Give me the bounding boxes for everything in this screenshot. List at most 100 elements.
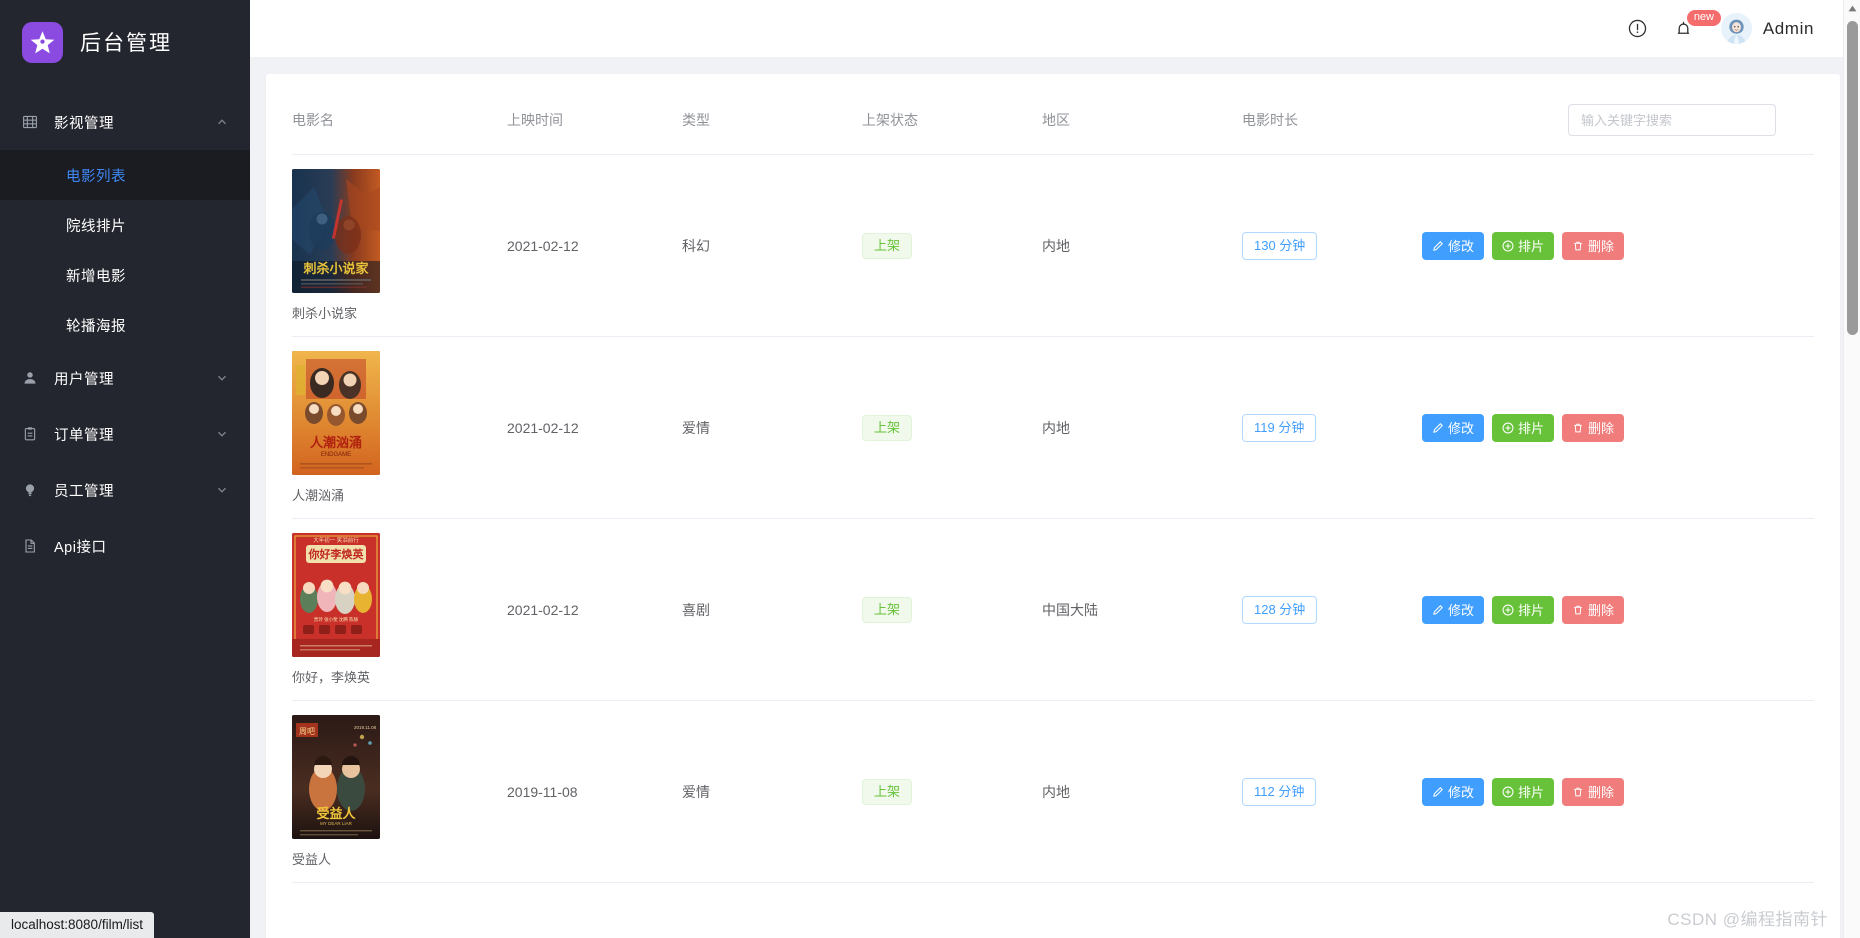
- edit-button[interactable]: 修改: [1422, 413, 1485, 442]
- cell-region: 中国大陆: [1042, 518, 1242, 701]
- film-table-head: 电影名 上映时间 类型 上架状态 地区 电影时长: [292, 74, 1814, 155]
- col-header-name: 电影名: [292, 74, 507, 155]
- sidebar-group-user[interactable]: 用户管理: [0, 350, 250, 406]
- delete-button[interactable]: 删除: [1562, 777, 1625, 806]
- sidebar-item-carousel-poster[interactable]: 轮播海报: [0, 300, 250, 350]
- chevron-down-icon: [216, 484, 228, 496]
- sidebar-item-api[interactable]: Api接口: [0, 518, 250, 574]
- cell-release-date: 2021-02-12: [507, 518, 682, 701]
- col-header-type: 类型: [682, 74, 862, 155]
- trash-icon: [1572, 422, 1584, 434]
- schedule-button[interactable]: 排片: [1492, 595, 1555, 624]
- document-icon: [22, 538, 46, 554]
- cell-duration: 130 分钟: [1242, 154, 1422, 337]
- col-header-search: [1422, 74, 1814, 155]
- cell-duration: 119 分钟: [1242, 336, 1422, 519]
- sidebar-item-film-list-label: 电影列表: [66, 168, 126, 185]
- user-menu[interactable]: Admin: [1720, 13, 1814, 44]
- user-name: Admin: [1762, 18, 1814, 38]
- plus-circle-icon: [1502, 422, 1514, 434]
- schedule-button[interactable]: 排片: [1492, 231, 1555, 260]
- exclamation-circle-icon[interactable]: [1615, 6, 1661, 52]
- delete-button-label: 删除: [1588, 603, 1615, 618]
- status-badge: 上架: [862, 232, 913, 259]
- cell-status: 上架: [862, 518, 1042, 701]
- svg-text:贾玲 张小斐 沈腾 陈赫: 贾玲 张小斐 沈腾 陈赫: [314, 616, 359, 623]
- svg-text:受益人: 受益人: [316, 806, 356, 821]
- sidebar-group-staff-label: 员工管理: [54, 483, 114, 500]
- schedule-button[interactable]: 排片: [1492, 413, 1555, 442]
- sidebar-group-staff[interactable]: 员工管理: [0, 462, 250, 518]
- edit-button[interactable]: 修改: [1422, 595, 1485, 624]
- scroll-up-arrow-icon[interactable]: [1844, 0, 1860, 17]
- plus-circle-icon: [1502, 786, 1514, 798]
- sidebar-submenu-film: 电影列表 院线排片 新增电影 轮播海报: [0, 150, 250, 350]
- sidebar-group-film[interactable]: 影视管理: [0, 94, 250, 150]
- film-title: 刺杀小说家: [292, 306, 358, 321]
- svg-text:ENDGAME: ENDGAME: [321, 452, 351, 458]
- avatar-icon: [1720, 13, 1752, 44]
- schedule-button[interactable]: 排片: [1492, 777, 1555, 806]
- schedule-button-label: 排片: [1518, 239, 1545, 254]
- svg-text:你好李焕英: 你好李焕英: [308, 547, 365, 561]
- cell-region: 内地: [1042, 336, 1242, 519]
- trash-icon: [1572, 240, 1584, 252]
- cell-release-date: 2021-02-12: [507, 154, 682, 337]
- edit-button[interactable]: 修改: [1422, 777, 1485, 806]
- sidebar-group-order[interactable]: 订单管理: [0, 406, 250, 462]
- status-badge: 上架: [862, 414, 913, 441]
- page-scrollbar[interactable]: [1843, 0, 1860, 938]
- pencil-icon: [1432, 422, 1444, 434]
- edit-button[interactable]: 修改: [1422, 231, 1485, 260]
- poster-endgame[interactable]: 人潮汹涌 ENDGAME: [292, 351, 380, 475]
- bell-icon[interactable]: new: [1661, 6, 1721, 52]
- sidebar-item-add-film[interactable]: 新增电影: [0, 250, 250, 300]
- search-input[interactable]: [1568, 104, 1776, 136]
- col-header-duration: 电影时长: [1242, 74, 1422, 155]
- sidebar: 后台管理 影视管理 电影列表 院线排片 新增电影 轮播海报 用户管理 订单管理 …: [0, 0, 250, 938]
- cell-genre: 爱情: [682, 700, 862, 883]
- main-area: new Admin 电影名 上映时间 类型 上架状态 地区 电影时长 输入关键字…: [250, 0, 1860, 938]
- brand-title: 后台管理: [80, 32, 172, 55]
- plus-circle-icon: [1502, 240, 1514, 252]
- table-row: 你好李焕英 大年初一 笑泪前行 贾玲 张小斐 沈腾 陈赫 你好，李焕英 2021…: [292, 518, 1814, 701]
- sidebar-item-cinema-schedule[interactable]: 院线排片: [0, 200, 250, 250]
- table-row: 人潮汹涌 ENDGAME 人潮汹涌 2021-02-12 爱情 上架 内地 11…: [292, 336, 1814, 519]
- cell-operations: 修改 排片 删除: [1422, 154, 1814, 337]
- sidebar-item-carousel-poster-label: 轮播海报: [66, 318, 126, 335]
- user-icon: [22, 370, 46, 386]
- delete-button[interactable]: 删除: [1562, 231, 1625, 260]
- chevron-down-icon: [216, 372, 228, 384]
- delete-button-label: 删除: [1588, 785, 1615, 800]
- cell-operations: 修改 排片 删除: [1422, 336, 1814, 519]
- table-row: 刺杀小说家 刺杀小说家 2021-02-12 科幻 上架 内地 130 分钟 修…: [292, 154, 1814, 337]
- scrollbar-thumb[interactable]: [1847, 21, 1858, 335]
- film-table: 电影名 上映时间 类型 上架状态 地区 电影时长 输入关键字搜索 刺杀小说家 刺…: [292, 74, 1814, 883]
- poster-assassin-novelist[interactable]: 刺杀小说家: [292, 169, 380, 293]
- cell-film: 周吧 2019.11.08 受益人 MY DEAR LIAR 受益人: [292, 700, 507, 883]
- col-header-status: 上架状态: [862, 74, 1042, 155]
- cell-genre: 科幻: [682, 154, 862, 337]
- film-icon: [22, 114, 46, 130]
- duration-badge: 112 分钟: [1242, 777, 1317, 806]
- brand-logo[interactable]: 后台管理: [0, 0, 250, 84]
- sidebar-item-film-list[interactable]: 电影列表: [0, 150, 250, 200]
- edit-button-label: 修改: [1448, 603, 1475, 618]
- cell-film: 人潮汹涌 ENDGAME 人潮汹涌: [292, 336, 507, 519]
- sidebar-group-film-label: 影视管理: [54, 115, 114, 132]
- status-badge: 上架: [862, 596, 913, 623]
- duration-badge: 128 分钟: [1242, 595, 1318, 624]
- cell-film: 你好李焕英 大年初一 笑泪前行 贾玲 张小斐 沈腾 陈赫 你好，李焕英: [292, 518, 507, 701]
- table-row: 周吧 2019.11.08 受益人 MY DEAR LIAR 受益人 2019-…: [292, 700, 1814, 883]
- col-header-date: 上映时间: [507, 74, 682, 155]
- pencil-icon: [1432, 604, 1444, 616]
- poster-my-dear-liar[interactable]: 周吧 2019.11.08 受益人 MY DEAR LIAR: [292, 715, 380, 839]
- delete-button[interactable]: 删除: [1562, 595, 1625, 624]
- film-list-card: 电影名 上映时间 类型 上架状态 地区 电影时长 输入关键字搜索 刺杀小说家 刺…: [266, 74, 1840, 938]
- delete-button-label: 删除: [1588, 239, 1615, 254]
- delete-button[interactable]: 删除: [1562, 413, 1625, 442]
- sidebar-menu: 影视管理 电影列表 院线排片 新增电影 轮播海报 用户管理 订单管理 员工管理 …: [0, 94, 250, 574]
- cell-genre: 喜剧: [682, 518, 862, 701]
- sidebar-group-order-label: 订单管理: [54, 427, 114, 444]
- poster-hi-mom[interactable]: 你好李焕英 大年初一 笑泪前行 贾玲 张小斐 沈腾 陈赫: [292, 533, 380, 657]
